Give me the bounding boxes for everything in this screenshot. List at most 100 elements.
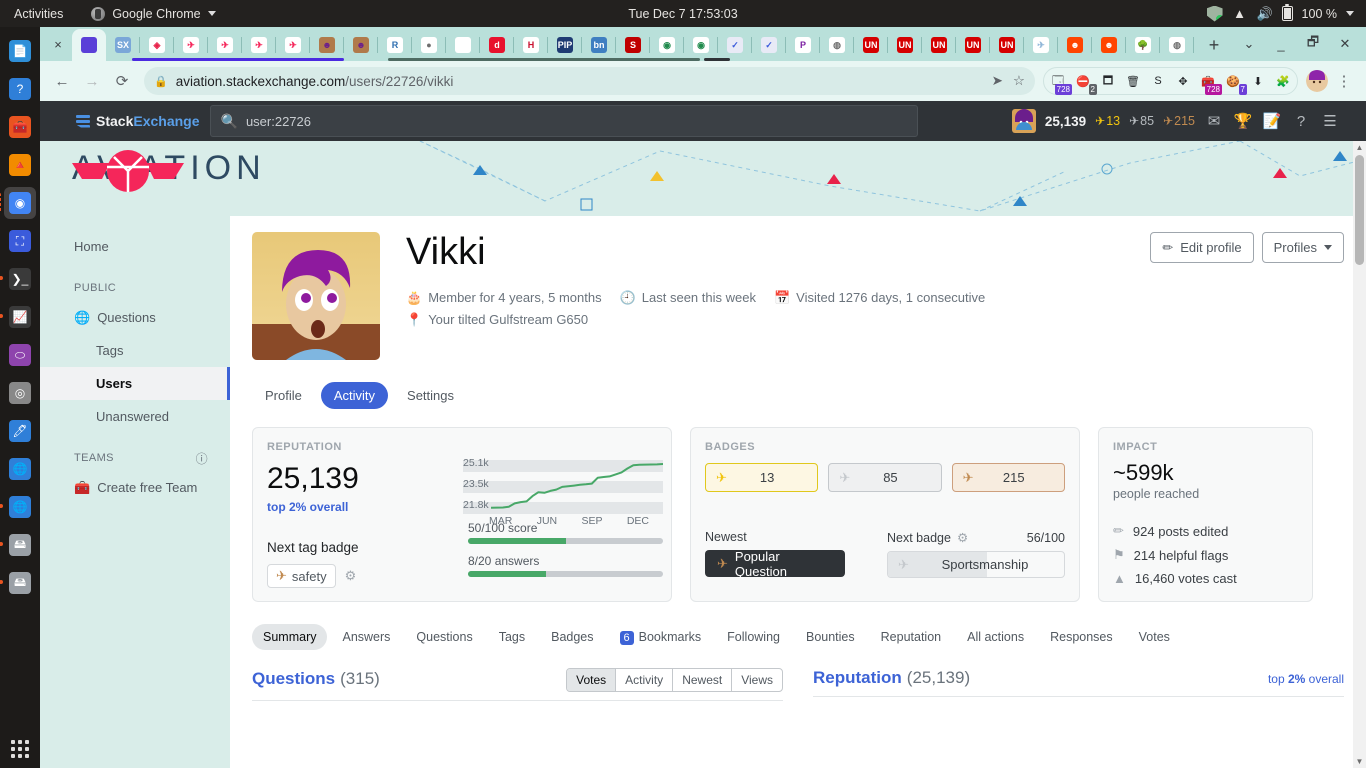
site-switcher-icon[interactable]: ☰ (1320, 112, 1340, 130)
edit-profile-button[interactable]: ✏ Edit profile (1150, 232, 1254, 263)
tab-1[interactable]: ● (72, 29, 106, 61)
tab-un-3[interactable]: UN (922, 29, 956, 61)
close-window-button[interactable]: ✕ (1330, 31, 1360, 57)
subtab-tags[interactable]: Tags (488, 624, 536, 650)
trash-extension[interactable]: 🗑 (1123, 71, 1143, 91)
silver-badge-count[interactable]: ✈ 85 (1129, 114, 1154, 128)
system-tray[interactable]: ▲ 🔊 100 % (1206, 4, 1366, 22)
sidebar-item-users[interactable]: Users (40, 367, 230, 400)
tab-github[interactable] (446, 29, 480, 61)
dock-editor[interactable]: 🖊 (4, 415, 36, 447)
gold-badges[interactable]: ✈ 13 (705, 463, 819, 492)
tab-un-1[interactable]: UN (854, 29, 888, 61)
system-menu-chevron-icon[interactable] (1346, 11, 1354, 16)
tab-avatar-1[interactable]: ☻ (310, 29, 344, 61)
gear-icon[interactable]: ⚙ (345, 568, 357, 584)
sort-newest[interactable]: Newest (672, 669, 731, 691)
subtab-bookmarks[interactable]: 6 Bookmarks (609, 624, 713, 650)
dock-terminal[interactable]: ❯_ (0, 263, 36, 295)
stackexchange-logo[interactable]: StackExchange (50, 113, 200, 129)
tab-globe-green-1[interactable]: ◉ (650, 29, 684, 61)
subtab-reputation[interactable]: Reputation (870, 624, 952, 650)
dock-disk-1[interactable]: 🖴 (0, 529, 36, 561)
sidebar-item-tags[interactable]: Tags (74, 334, 230, 367)
avatar[interactable] (252, 232, 380, 360)
sort-activity[interactable]: Activity (615, 669, 672, 691)
screenshot-extension[interactable]: 🗔 728 (1048, 71, 1072, 95)
adblock-extension[interactable]: ⛔ 2 (1073, 71, 1097, 95)
user-reputation[interactable]: 25,139 (1045, 114, 1086, 129)
subtab-bounties[interactable]: Bounties (795, 624, 866, 650)
tab-p-purple[interactable]: P (786, 29, 820, 61)
dock-screenshot[interactable]: ⛶ (4, 225, 36, 257)
tab-aviation-3[interactable]: ✈ (208, 29, 242, 61)
gold-badge-count[interactable]: ✈ 13 (1095, 114, 1120, 128)
sort-views[interactable]: Views (731, 669, 782, 691)
dock-chrome[interactable]: ◉ (0, 187, 36, 219)
newest-badge[interactable]: ✈ Popular Question (705, 549, 845, 579)
sidebar-item-create-free-team[interactable]: 🧰 Create free Team (74, 471, 230, 504)
search-input[interactable]: 🔍 user:22726 (209, 105, 918, 137)
subtab-questions[interactable]: Questions (405, 624, 483, 650)
subtab-following[interactable]: Following (716, 624, 791, 650)
back-icon[interactable]: ← (48, 67, 76, 95)
review-icon[interactable]: 📝 (1262, 112, 1282, 130)
tab-globe-green-2[interactable]: ◉ (684, 29, 718, 61)
reload-icon[interactable]: ⟳ (108, 67, 136, 95)
tab-reddit-r[interactable]: R (378, 29, 412, 61)
tab-profile[interactable]: Profile (252, 382, 315, 409)
dock-settings[interactable]: ◎ (4, 377, 36, 409)
inbox-icon[interactable]: ✉ (1204, 112, 1224, 130)
subtab-all-actions[interactable]: All actions (956, 624, 1035, 650)
tab-search-button[interactable]: ⌄ (1234, 31, 1264, 57)
tab-bn[interactable]: bn (582, 29, 616, 61)
scroll-up-icon[interactable]: ▲ (1353, 141, 1366, 154)
show-applications-icon[interactable] (11, 740, 29, 758)
reputation-title[interactable]: Reputation (813, 668, 902, 688)
tab-tree[interactable]: 🌳 (1126, 29, 1160, 61)
subtab-answers[interactable]: Answers (331, 624, 401, 650)
bronze-badges[interactable]: ✈ 215 (951, 463, 1065, 492)
close-tab-icon[interactable]: × (44, 30, 72, 58)
profiles-dropdown-button[interactable]: Profiles (1261, 232, 1344, 263)
window-extension[interactable]: 🗖 (1098, 71, 1118, 91)
reputation-top-percent[interactable]: top 2% overall (267, 500, 462, 514)
tab-reddit-1[interactable]: ☻ (1058, 29, 1092, 61)
send-icon[interactable]: ➤ (992, 73, 1003, 89)
user-avatar[interactable] (1011, 109, 1036, 133)
reputation-top-link[interactable]: top 2% overall (1268, 672, 1344, 686)
tab-avatar-2[interactable]: ☻ (344, 29, 378, 61)
tab-s-red[interactable]: S (616, 29, 650, 61)
subtab-summary[interactable]: Summary (252, 624, 328, 650)
tab-un-2[interactable]: UN (888, 29, 922, 61)
new-tab-button[interactable]: + (1194, 29, 1234, 61)
tab-grey-globe-1[interactable]: ◍ (820, 29, 854, 61)
tab-aviation-1[interactable]: ◈ (140, 29, 174, 61)
cookie-extension[interactable]: 🍪 7 (1223, 71, 1247, 95)
tab-un-4[interactable]: UN (956, 29, 990, 61)
tab-aviation-4[interactable]: ✈ (242, 29, 276, 61)
profile-avatar[interactable] (1306, 70, 1328, 92)
maximize-button[interactable]: 🗗 (1298, 31, 1328, 57)
app-menu-google-chrome[interactable]: Google Chrome (91, 6, 216, 21)
tab-settings[interactable]: Settings (394, 382, 467, 409)
s-extension[interactable]: S (1148, 71, 1168, 91)
tab-check-2[interactable]: ✓ (752, 29, 786, 61)
target-extension[interactable]: ✥ (1173, 71, 1193, 91)
dock-help[interactable]: ? (4, 73, 36, 105)
dock-files[interactable]: 📄 (4, 35, 36, 67)
community-logo[interactable]: AVIATION (72, 149, 266, 192)
info-icon[interactable]: ⓘ (196, 450, 208, 467)
sidebar-item-unanswered[interactable]: Unanswered (74, 400, 230, 433)
sidebar-item-questions[interactable]: 🌐 Questions (74, 301, 230, 334)
subtab-votes[interactable]: Votes (1128, 624, 1181, 650)
sidebar-item-home[interactable]: Home (74, 230, 230, 263)
questions-title[interactable]: Questions (252, 669, 335, 689)
tab-aviation-5[interactable]: ✈ (276, 29, 310, 61)
sort-votes[interactable]: Votes (567, 669, 616, 691)
tab-grey[interactable]: ● (412, 29, 446, 61)
tab-check-1[interactable]: ✓ (718, 29, 752, 61)
tag-badge-safety[interactable]: ✈ safety (267, 564, 336, 588)
dock-monitor[interactable]: 📈 (0, 301, 36, 333)
tab-aviation-2[interactable]: ✈ (174, 29, 208, 61)
